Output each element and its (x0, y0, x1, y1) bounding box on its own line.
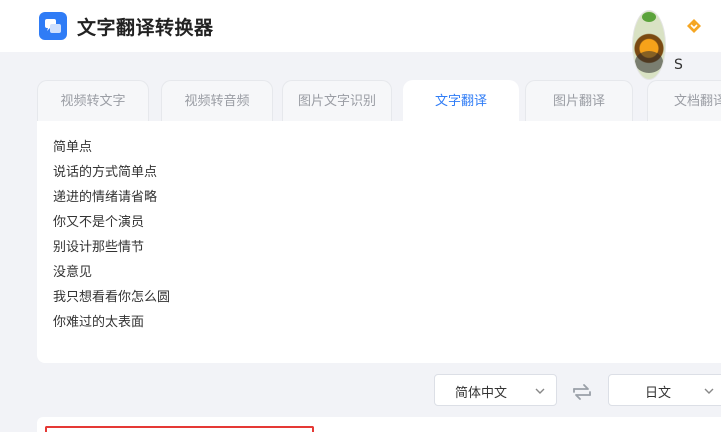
app-title: 文字翻译转换器 (77, 17, 214, 39)
source-line: 递进的情绪请省略 (53, 190, 158, 205)
target-language-select[interactable]: 日文 (608, 374, 721, 406)
tab-document-translate[interactable]: 文档翻译 (647, 80, 721, 122)
avatar-leaf (642, 12, 656, 22)
source-line: 没意见 (53, 265, 93, 280)
highlight-frame (45, 426, 314, 432)
swap-arrows-icon[interactable] (570, 381, 594, 403)
source-line: 简单点 (53, 140, 93, 155)
avatar-rim (635, 51, 663, 73)
source-line: 你难过的太表面 (53, 315, 145, 330)
chevron-down-icon (535, 388, 545, 394)
source-language-label: 简体中文 (455, 386, 508, 401)
app-logo-icon (39, 12, 67, 40)
tab-label: 图片翻译 (552, 94, 605, 109)
source-line: 说话的方式简单点 (53, 165, 158, 180)
tab-label: 图片文字识别 (297, 94, 376, 109)
source-language-select[interactable]: 简体中文 (434, 374, 557, 406)
source-text[interactable]: 简单点 说话的方式简单点 递进的情绪请省略 你又不是个演员 别设计那些情节 没意… (53, 135, 170, 335)
source-line: 别设计那些情节 (53, 240, 145, 255)
tab-label: 文字翻译 (434, 94, 487, 109)
target-language-label: 日文 (645, 386, 672, 401)
chevron-down-icon (704, 388, 714, 394)
username[interactable]: S (674, 57, 683, 73)
diamond-icon[interactable] (686, 18, 702, 34)
tab-label: 视频转音频 (184, 94, 250, 109)
tab-video-to-audio[interactable]: 视频转音频 (161, 80, 273, 122)
tab-video-to-text[interactable]: 视频转文字 (37, 80, 149, 122)
tab-image-ocr[interactable]: 图片文字识别 (282, 80, 392, 122)
tab-image-translate[interactable]: 图片翻译 (525, 80, 633, 122)
tab-label: 文档翻译 (674, 94, 721, 109)
tab-text-translate[interactable]: 文字翻译 (403, 80, 519, 122)
tool-tabs: 视频转文字 视频转音频 图片文字识别 文字翻译 图片翻译 文档翻译 (37, 80, 721, 122)
source-line: 我只想看看你怎么圆 (53, 290, 171, 305)
source-line: 你又不是个演员 (53, 215, 145, 230)
tab-label: 视频转文字 (60, 94, 126, 109)
source-text-area[interactable]: 简单点 说话的方式简单点 递进的情绪请省略 你又不是个演员 别设计那些情节 没意… (37, 121, 721, 363)
avatar[interactable] (632, 10, 666, 80)
